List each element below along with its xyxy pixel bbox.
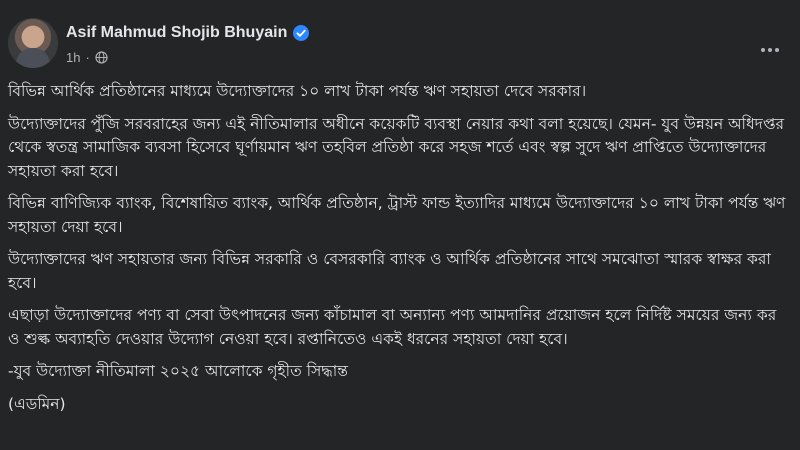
post-signature: -যুব উদ্যোক্তা নীতিমালা ২০২৫ আলোকে গৃহীত…	[8, 362, 348, 380]
more-options-icon[interactable]	[758, 40, 782, 60]
more-dot	[768, 48, 772, 52]
post-meta: 1h ·	[66, 50, 108, 65]
post-timestamp[interactable]: 1h	[66, 50, 80, 65]
post-paragraph-4: উদ্যোক্তাদের ঋণ সহায়তার জন্য বিভিন্ন সর…	[8, 250, 771, 292]
post-admin-tag: (এডমিন)	[8, 394, 66, 413]
post-header: Asif Mahmud Shojib Bhuyain 1h ·	[8, 18, 792, 74]
author-row: Asif Mahmud Shojib Bhuyain	[66, 24, 310, 42]
post-card: Asif Mahmud Shojib Bhuyain 1h · বিভিন্ন …	[0, 0, 800, 450]
globe-icon[interactable]	[95, 51, 108, 64]
author-name[interactable]: Asif Mahmud Shojib Bhuyain	[66, 24, 287, 42]
post-body: বিভিন্ন আর্থিক প্রতিষ্ঠানের মাধ্যমে উদ্য…	[8, 80, 792, 422]
more-dot	[761, 48, 765, 52]
author-avatar[interactable]	[8, 18, 58, 68]
meta-separator: ·	[85, 50, 90, 65]
post-paragraph-3: বিভিন্ন বাণিজ্যিক ব্যাংক, বিশেষায়িত ব্য…	[8, 194, 786, 236]
post-paragraph-2: উদ্যোক্তাদের পুঁজি সরবরাহের জন্য এই নীতি…	[8, 114, 785, 180]
more-dot	[775, 48, 779, 52]
post-paragraph-1: বিভিন্ন আর্থিক প্রতিষ্ঠানের মাধ্যমে উদ্য…	[8, 82, 587, 100]
avatar-shoulders	[16, 48, 50, 68]
post-paragraph-5: এছাড়া উদ্যোক্তাদের পণ্য বা সেবা উৎপাদনে…	[8, 306, 777, 348]
verified-badge-icon	[293, 25, 310, 41]
